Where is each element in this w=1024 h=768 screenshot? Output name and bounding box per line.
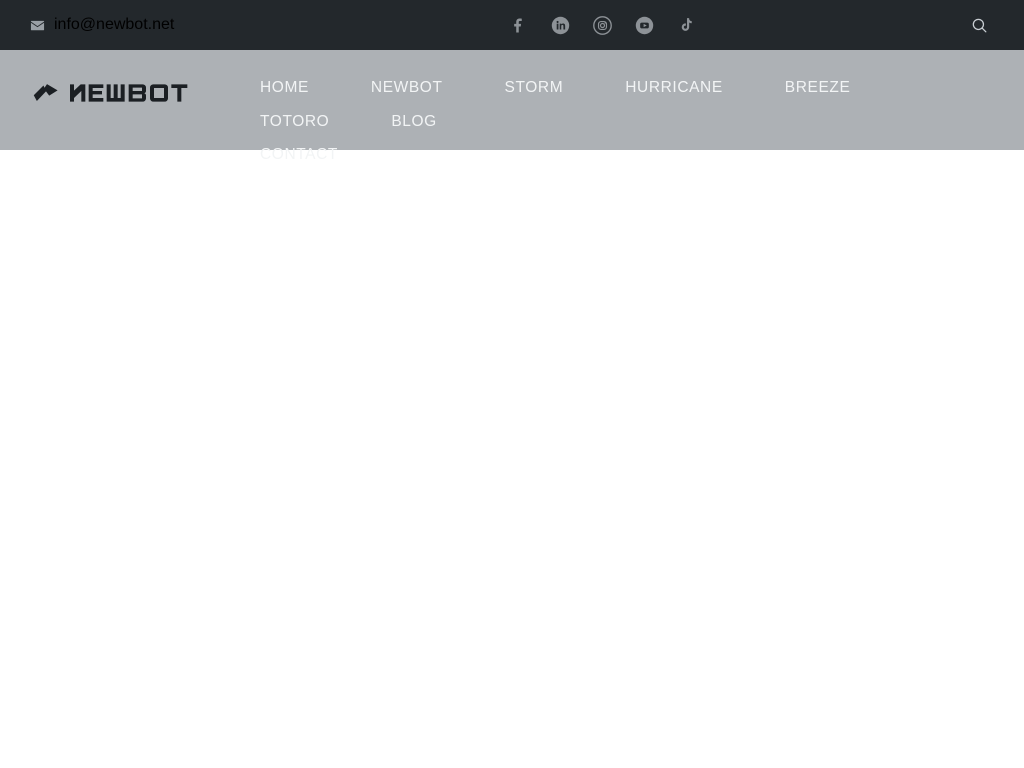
- tiktok-icon[interactable]: [675, 14, 697, 36]
- youtube-icon[interactable]: [633, 14, 655, 36]
- site-logo[interactable]: [0, 82, 230, 104]
- nav-item-breeze[interactable]: BREEZE: [785, 71, 851, 105]
- primary-navigation: HOME NEWBOT STORM HURRICANE BREEZE TOTOR…: [230, 71, 1024, 172]
- top-utility-bar: info@newbot.net: [0, 0, 1024, 50]
- facebook-icon[interactable]: [507, 14, 529, 36]
- site-header: HOME NEWBOT STORM HURRICANE BREEZE TOTOR…: [0, 50, 1024, 162]
- nav-item-contact[interactable]: CONTACT: [260, 138, 338, 172]
- envelope-icon: [30, 18, 45, 33]
- nav-item-totoro[interactable]: TOTORO: [260, 105, 329, 139]
- nav-item-newbot[interactable]: NEWBOT: [371, 71, 443, 105]
- instagram-icon[interactable]: [591, 14, 613, 36]
- social-links: [507, 14, 697, 36]
- nav-item-blog[interactable]: BLOG: [391, 105, 436, 139]
- contact-email[interactable]: info@newbot.net: [54, 16, 174, 34]
- nav-item-hurricane[interactable]: HURRICANE: [625, 71, 723, 105]
- page-content-area: [0, 150, 1024, 768]
- linkedin-icon[interactable]: [549, 14, 571, 36]
- newbot-pinwheel-logo-icon: [33, 84, 58, 101]
- nav-item-storm[interactable]: STORM: [505, 71, 564, 105]
- topbar-contact-info: info@newbot.net: [0, 16, 174, 34]
- newbot-wordmark: [70, 84, 188, 102]
- search-icon[interactable]: [968, 14, 990, 36]
- nav-item-home[interactable]: HOME: [260, 71, 309, 105]
